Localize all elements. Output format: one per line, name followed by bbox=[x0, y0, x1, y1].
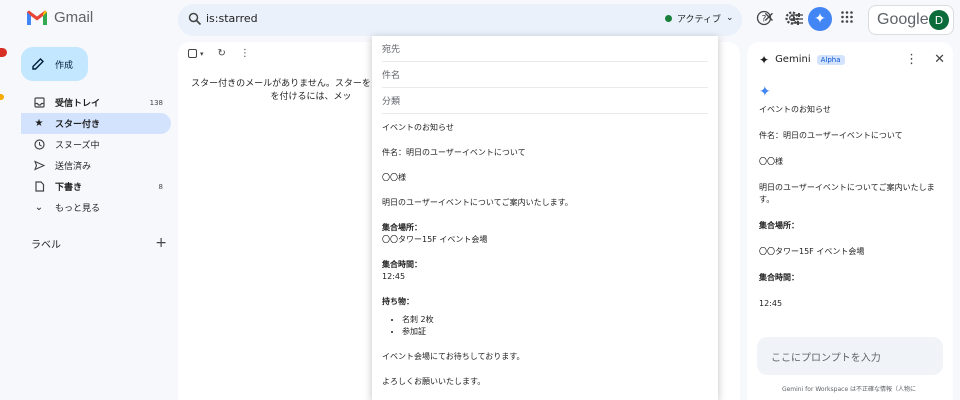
inbox-icon bbox=[31, 97, 47, 108]
chevron-down-icon: ⌄ bbox=[34, 202, 44, 213]
prompt-input[interactable]: ここにプロンプトを入力 bbox=[757, 337, 943, 375]
place-heading: 集合場所： bbox=[382, 223, 422, 232]
status-dot bbox=[665, 14, 672, 22]
browser-gutter bbox=[0, 0, 12, 400]
top-bar: Gmail ✕ アクティブ ⌄ ? ✦ bbox=[0, 0, 960, 40]
body-line: 件名：明日のユーザーイベントについて bbox=[382, 148, 526, 157]
sidebar-item-label: もっと見る bbox=[55, 204, 101, 214]
notification-indicator-yellow bbox=[0, 94, 4, 100]
list-item: 参加証 bbox=[402, 326, 708, 338]
gmail-m-icon bbox=[27, 10, 47, 25]
gemini-disclaimer: Gemini for Workspace は不正確な情報（人物に bbox=[781, 386, 917, 393]
more-vert-icon[interactable]: ⋮ bbox=[905, 52, 918, 67]
gemini-panel: ✦ Gemini Alpha ⋮ ✕ ✦ イベントのお知らせ 件名：明日のユーザ… bbox=[747, 42, 953, 400]
svg-text:?: ? bbox=[762, 15, 767, 25]
gemini-title: Gemini bbox=[775, 54, 811, 65]
google-wordmark: Google bbox=[877, 11, 929, 28]
gemini-header: ✦ Gemini Alpha ⋮ ✕ bbox=[759, 52, 945, 67]
response-heading: 集合時間： bbox=[759, 273, 799, 282]
body-line: 明日のユーザーイベントについてご案内いたします。 bbox=[382, 198, 573, 207]
alpha-badge: Alpha bbox=[816, 54, 845, 65]
items-list: 名刺 2枚 参加証 bbox=[402, 314, 708, 338]
response-line: 〇〇タワー15F イベント会場 bbox=[759, 247, 865, 256]
settings-gear-icon[interactable] bbox=[784, 10, 800, 26]
sidebar-item-label: 下書き bbox=[55, 183, 83, 193]
compose-label: 作成 bbox=[55, 60, 74, 71]
sidebar-item-label: 受信トレイ bbox=[55, 99, 101, 109]
sidebar-item-starred[interactable]: ★ スター付き bbox=[21, 113, 171, 134]
items-heading: 持ち物： bbox=[382, 297, 414, 306]
chevron-down-icon: ⌄ bbox=[726, 13, 734, 23]
status-selector[interactable]: アクティブ ⌄ bbox=[657, 7, 742, 29]
clock-icon bbox=[31, 139, 47, 150]
time-block: 集合時間： 12:45 bbox=[382, 259, 708, 283]
gemini-actions: ⋮ ✕ bbox=[905, 52, 945, 67]
place-block: 集合場所： 〇〇タワー15F イベント会場 bbox=[382, 222, 708, 246]
response-line: 明日のユーザーイベントについてご案内いたします。 bbox=[759, 183, 935, 204]
gemini-response: イベントのお知らせ 件名：明日のユーザーイベントについて 〇〇様 明日のユーザー… bbox=[759, 104, 945, 324]
body-line: イベント会場にてお待ちしております。 bbox=[382, 352, 525, 361]
search-input[interactable] bbox=[206, 12, 506, 25]
avatar[interactable]: D bbox=[929, 10, 949, 30]
sidebar-item-more[interactable]: ⌄ もっと見る bbox=[21, 197, 171, 218]
app-name: Gmail bbox=[54, 9, 94, 26]
list-toolbar: ▾ ↻ ⋮ bbox=[188, 48, 250, 59]
response-line: イベントのお知らせ bbox=[759, 105, 831, 114]
time-heading: 集合時間： bbox=[382, 260, 422, 269]
pencil-icon bbox=[32, 58, 44, 70]
response-line: 〇〇様 bbox=[759, 157, 783, 166]
body-line: よろしくお願いいたします。 bbox=[382, 377, 486, 386]
labels-heading: ラベル bbox=[31, 239, 61, 251]
sidebar-item-drafts[interactable]: 下書き 8 bbox=[21, 176, 171, 197]
gemini-spark-button[interactable]: ✦ bbox=[808, 7, 832, 31]
caret-down-icon: ▾ bbox=[200, 49, 204, 58]
sidebar-item-label: スヌーズ中 bbox=[55, 141, 100, 151]
sidebar-nav: 受信トレイ 138 ★ スター付き スヌーズ中 送信済み 下書き 8 ⌄ もっと… bbox=[21, 92, 171, 218]
to-field[interactable]: 宛先 bbox=[382, 36, 708, 62]
apps-grid-icon[interactable] bbox=[840, 10, 854, 24]
message-body[interactable]: イベントのお知らせ 件名：明日のユーザーイベントについて 〇〇様 明日のユーザー… bbox=[372, 114, 718, 388]
subject-field[interactable]: 件名 bbox=[382, 62, 708, 88]
gmail-logo[interactable]: Gmail bbox=[26, 9, 93, 26]
empty-state-message: スター付きのメールがありません。スターを を付けるには、メッ bbox=[191, 79, 371, 102]
list-item: 名刺 2枚 bbox=[402, 314, 708, 326]
unread-count: 138 bbox=[149, 98, 163, 107]
sidebar-item-snoozed[interactable]: スヌーズ中 bbox=[21, 134, 171, 155]
category-field[interactable]: 分類 bbox=[382, 88, 708, 114]
help-icon[interactable]: ? bbox=[756, 10, 772, 26]
compose-button[interactable]: 作成 bbox=[21, 47, 88, 81]
response-line: 12:45 bbox=[759, 299, 783, 308]
notification-indicator bbox=[0, 48, 7, 57]
more-vert-icon[interactable]: ⋮ bbox=[240, 48, 250, 59]
gemini-star-icon: ✦ bbox=[759, 52, 770, 67]
sidebar-item-label: 送信済み bbox=[55, 162, 92, 172]
refresh-icon[interactable]: ↻ bbox=[218, 48, 226, 59]
compose-window: 宛先 件名 分類 イベントのお知らせ 件名：明日のユーザーイベントについて 〇〇… bbox=[372, 36, 718, 400]
draft-icon bbox=[31, 181, 47, 192]
response-line: 件名：明日のユーザーイベントについて bbox=[759, 131, 903, 140]
status-label: アクティブ bbox=[677, 14, 722, 25]
labels-section: ラベル + bbox=[31, 235, 167, 251]
body-line: イベントのお知らせ bbox=[382, 123, 454, 132]
star-icon: ★ bbox=[34, 118, 44, 129]
account-switcher[interactable]: Google D bbox=[868, 5, 954, 35]
place-value: 〇〇タワー15F イベント会場 bbox=[382, 235, 488, 244]
select-all-checkbox[interactable]: ▾ bbox=[188, 49, 204, 58]
sidebar-item-inbox[interactable]: 受信トレイ 138 bbox=[21, 92, 171, 113]
add-label-button[interactable]: + bbox=[155, 235, 167, 251]
gemini-spark-icon: ✦ bbox=[759, 84, 771, 100]
body-line: 〇〇様 bbox=[382, 173, 406, 182]
sidebar-item-sent[interactable]: 送信済み bbox=[21, 155, 171, 176]
close-icon[interactable]: ✕ bbox=[934, 52, 945, 67]
search-icon[interactable] bbox=[188, 12, 202, 26]
response-heading: 集合場所： bbox=[759, 221, 799, 230]
draft-count: 8 bbox=[158, 182, 163, 191]
sidebar-item-label: スター付き bbox=[55, 120, 101, 130]
time-value: 12:45 bbox=[382, 272, 406, 281]
send-icon bbox=[31, 160, 47, 171]
